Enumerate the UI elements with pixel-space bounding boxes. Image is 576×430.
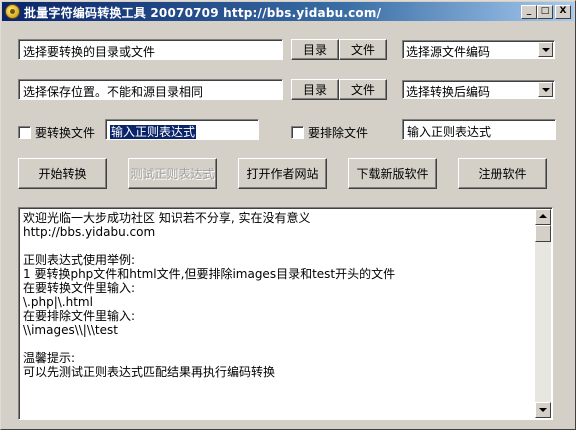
exclude-files-checkbox[interactable]: 要排除文件	[291, 124, 368, 141]
minimize-button[interactable]: _	[521, 5, 537, 19]
target-dir-button[interactable]: 目录	[291, 79, 339, 100]
log-line: 可以先测试正则表达式匹配结果再执行编码转换	[23, 365, 276, 379]
target-encoding-value: 选择转换后编码	[406, 85, 491, 99]
log-line: 欢迎光临一大步成功社区 知识若不分享, 实在没有意义	[23, 211, 311, 225]
source-encoding-value: 选择源文件编码	[406, 45, 491, 59]
log-line: 在要转换文件里输入:	[23, 281, 136, 295]
log-line: 正则表达式使用举例:	[23, 253, 136, 267]
log-textarea[interactable]: 欢迎光临一大步成功社区 知识若不分享, 实在没有意义 http://bbs.yi…	[18, 207, 553, 420]
source-file-button[interactable]: 文件	[339, 39, 387, 60]
title-bar[interactable]: 批量字符编码转换工具 20070709 http://bbs.yidabu.co…	[2, 2, 574, 21]
checkbox-box[interactable]	[18, 126, 31, 139]
include-files-checkbox[interactable]: 要转换文件	[18, 124, 95, 141]
target-encoding-select[interactable]: 选择转换后编码	[402, 80, 555, 99]
window-title: 批量字符编码转换工具 20070709 http://bbs.yidabu.co…	[24, 6, 382, 20]
source-dir-button[interactable]: 目录	[291, 39, 339, 60]
start-convert-button[interactable]: 开始转换	[18, 158, 107, 189]
include-regex-value: 输入正则表达式	[110, 125, 197, 139]
log-line: \\images\\|\\test	[23, 323, 118, 337]
log-scrollbar[interactable]	[535, 209, 551, 418]
app-icon[interactable]	[5, 4, 20, 19]
chevron-down-icon[interactable]	[538, 82, 553, 97]
log-line: \.php|\.html	[23, 295, 93, 309]
exclude-regex-input[interactable]: 输入正则表达式	[402, 119, 556, 140]
log-line: 在要排除文件里输入:	[23, 309, 136, 323]
exclude-files-label: 要排除文件	[308, 126, 369, 140]
source-path-input[interactable]: 选择要转换的目录或文件	[18, 39, 283, 60]
log-content: 欢迎光临一大步成功社区 知识若不分享, 实在没有意义 http://bbs.yi…	[23, 211, 532, 417]
register-software-button[interactable]: 注册软件	[458, 158, 547, 189]
scroll-thumb[interactable]	[535, 225, 551, 242]
open-author-site-button[interactable]: 打开作者网站	[238, 158, 327, 189]
target-file-button[interactable]: 文件	[339, 79, 387, 100]
scroll-up-arrow-icon[interactable]	[535, 209, 551, 225]
log-line: 温馨提示:	[23, 351, 76, 365]
download-new-version-button[interactable]: 下载新版软件	[348, 158, 437, 189]
include-files-label: 要转换文件	[35, 126, 96, 140]
maximize-button[interactable]: □	[537, 5, 553, 19]
chevron-down-icon[interactable]	[538, 42, 553, 57]
main-window: 批量字符编码转换工具 20070709 http://bbs.yidabu.co…	[0, 0, 576, 430]
log-line: http://bbs.yidabu.com	[23, 225, 156, 239]
source-encoding-select[interactable]: 选择源文件编码	[402, 40, 555, 59]
target-path-input[interactable]: 选择保存位置。不能和源目录相同	[18, 79, 283, 100]
log-line: 1 要转换php文件和html文件,但要排除images目录和test开头的文件	[23, 267, 396, 281]
scroll-down-arrow-icon[interactable]	[535, 402, 551, 418]
include-regex-input[interactable]: 输入正则表达式	[105, 119, 259, 140]
close-button[interactable]: X	[555, 5, 571, 19]
checkbox-box[interactable]	[291, 126, 304, 139]
test-regex-button[interactable]: 测试正则表达式	[128, 158, 217, 189]
